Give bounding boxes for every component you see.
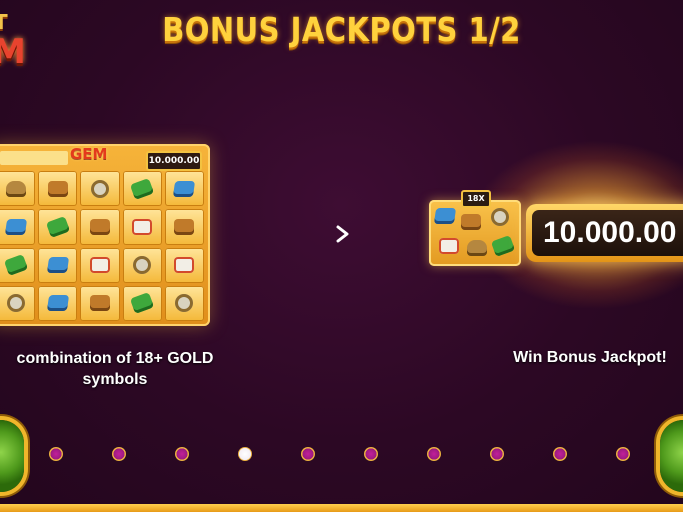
page-dot-2[interactable] — [112, 447, 126, 461]
page-dot-9[interactable] — [553, 447, 567, 461]
bag-icon — [467, 240, 487, 256]
grid-cell — [122, 171, 162, 207]
leaf-icon — [45, 215, 70, 238]
page-dot-4[interactable] — [238, 447, 252, 461]
mini-game-board: 18X — [429, 190, 521, 266]
left-caption: combination of 18+ GOLD symbols — [0, 348, 260, 390]
grid-cell — [38, 285, 78, 321]
logo-line-1: T — [0, 10, 8, 34]
chevron-right-icon — [336, 225, 349, 243]
jackpot-value-plate: 10.000.00 — [526, 204, 683, 262]
grid-cell — [0, 171, 36, 207]
book-icon — [173, 180, 196, 197]
shirt-icon — [89, 257, 110, 274]
grid-cell — [164, 247, 204, 283]
previous-page-button[interactable] — [0, 420, 24, 492]
watch-icon — [90, 179, 109, 198]
shirt-icon — [439, 238, 459, 254]
page-dot-3[interactable] — [175, 447, 189, 461]
grid-cell — [80, 285, 120, 321]
leaf-icon — [3, 254, 28, 277]
right-caption: Win Bonus Jackpot! — [513, 349, 667, 366]
grid-cell — [38, 171, 78, 207]
page-indicator — [49, 447, 639, 461]
grid-cell — [164, 171, 204, 207]
pouch-icon — [89, 295, 110, 312]
page-dot-10[interactable] — [616, 447, 630, 461]
book-icon — [433, 208, 457, 224]
grid-cell — [164, 209, 204, 245]
shirt-icon — [174, 257, 195, 274]
board-header: GEM 10.000.00 — [0, 145, 204, 171]
grid-cell — [80, 247, 120, 283]
shirt-icon — [132, 218, 153, 235]
left-caption-line-1: combination of 18+ GOLD — [16, 350, 214, 367]
board-value-display: 10.000.00 — [146, 151, 202, 171]
book-icon — [46, 257, 69, 274]
book-icon — [46, 295, 69, 312]
watch-icon — [133, 256, 152, 275]
multiplier-tag: 18X — [461, 190, 491, 208]
grid-cell — [122, 285, 162, 321]
watch-icon — [6, 294, 25, 313]
symbol-grid — [0, 171, 204, 321]
bottom-border — [0, 504, 683, 512]
game-logo: T M — [0, 10, 38, 80]
next-page-button[interactable] — [660, 420, 683, 492]
grid-cell — [0, 247, 36, 283]
jackpot-value: 10.000.00 — [532, 210, 683, 256]
watch-icon — [175, 294, 194, 313]
leaf-icon — [130, 177, 155, 200]
pouch-icon — [461, 214, 481, 230]
page-dot-5[interactable] — [301, 447, 315, 461]
page-dot-1[interactable] — [49, 447, 63, 461]
leaf-icon — [130, 292, 155, 315]
grid-cell — [122, 209, 162, 245]
grid-cell — [0, 209, 36, 245]
grid-cell — [164, 285, 204, 321]
page-dot-8[interactable] — [490, 447, 504, 461]
watch-icon — [491, 208, 509, 226]
grid-cell — [38, 247, 78, 283]
board-logo: GEM — [70, 145, 108, 163]
grid-cell — [122, 247, 162, 283]
logo-line-2: M — [0, 32, 26, 72]
page-dot-7[interactable] — [427, 447, 441, 461]
pouch-icon — [47, 180, 68, 197]
grid-cell — [80, 209, 120, 245]
book-icon — [4, 218, 27, 235]
grid-cell — [80, 171, 120, 207]
example-game-board: GEM 10.000.00 — [0, 144, 210, 326]
grid-cell — [38, 209, 78, 245]
bag-icon — [5, 180, 26, 197]
board-tabs — [0, 151, 68, 165]
left-caption-line-2: symbols — [82, 371, 148, 388]
pouch-icon — [89, 218, 110, 235]
pouch-icon — [174, 218, 195, 235]
grid-cell — [0, 285, 36, 321]
page-title: BONUS JACKPOTS 1/2 — [162, 10, 521, 49]
page-dot-6[interactable] — [364, 447, 378, 461]
leaf-icon — [490, 235, 516, 257]
